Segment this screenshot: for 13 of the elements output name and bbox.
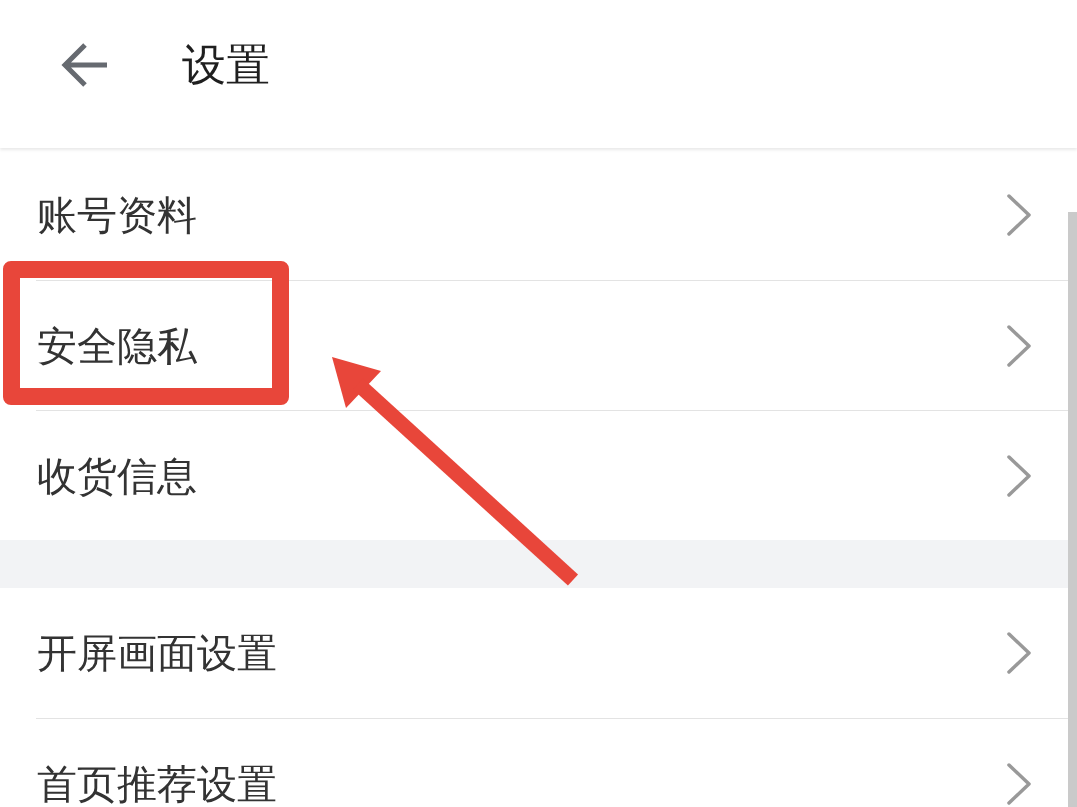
chevron-right-icon: [1007, 454, 1031, 497]
menu-item[interactable]: 安全隐私: [37, 321, 197, 370]
chevron-right-icon: [1007, 194, 1031, 236]
page-title: 设置: [182, 38, 270, 92]
menu-item[interactable]: 账号资料: [37, 191, 197, 239]
menu-item[interactable]: 收货信息: [37, 451, 197, 500]
back-arrow-icon: [60, 42, 108, 88]
chevron-right-icon: [1007, 762, 1031, 805]
chevron-right-icon: [1007, 632, 1031, 674]
chevron-right-icon: [1007, 324, 1031, 367]
menu-item[interactable]: 首页推荐设置: [37, 759, 277, 807]
scrollbar[interactable]: [1068, 212, 1077, 807]
menu-item[interactable]: 开屏画面设置: [37, 629, 277, 677]
